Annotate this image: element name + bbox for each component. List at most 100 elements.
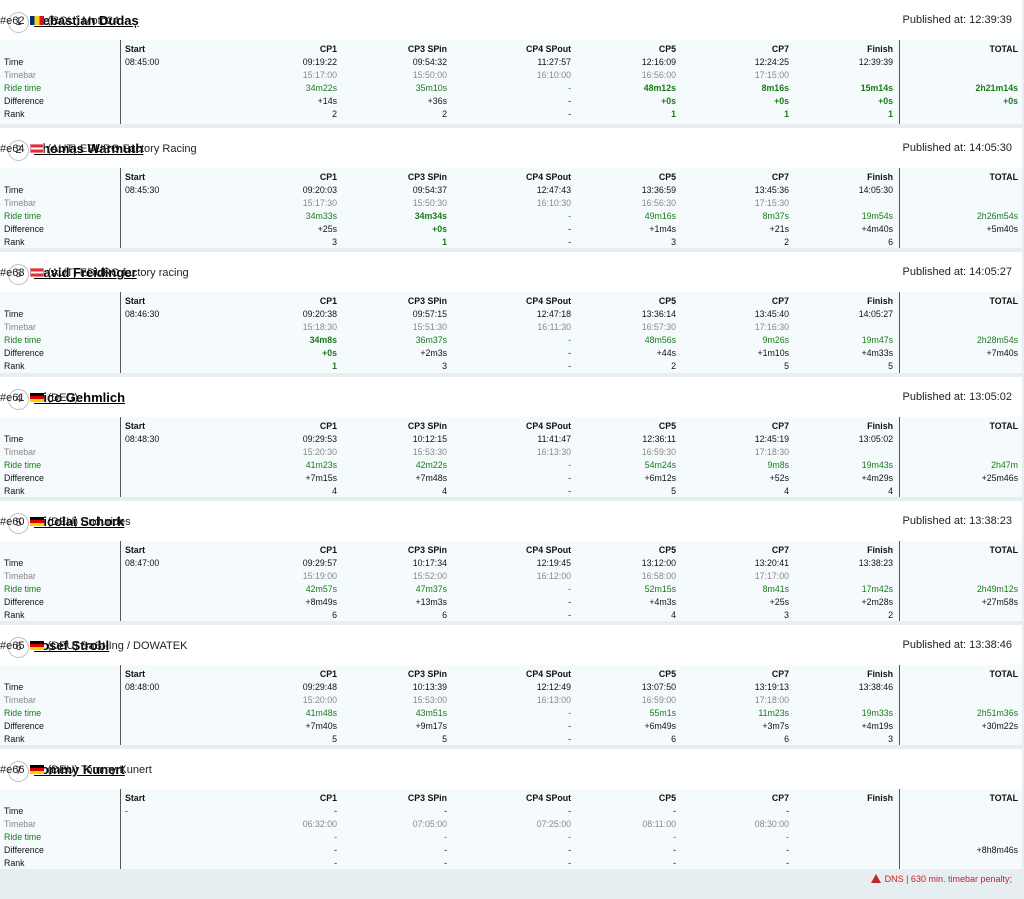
cell-value: - [334,858,337,869]
cell-value: 15m14s [860,83,893,93]
cell-value: 8m16s [761,83,789,93]
cell-value: +25s [769,596,789,607]
published-label: Published at: [902,142,967,155]
cell-value: +8h8m46s [976,845,1018,856]
cell-value: 12:19:45 [536,557,571,568]
rank-row: Rank 2 2 - 1 1 1 [0,108,1022,121]
row-label: Timebar [4,694,36,705]
column-header: Finish [867,420,893,431]
cell-value: +0s [774,96,789,106]
dns-note-text: DNS | 630 min. timebar penalty; [884,874,1012,885]
rank-row: Rank 3 1 - 3 2 6 [0,236,1022,249]
difference-row: Difference +8m49s +13m3s - +4m3s +25s +2m28s +2… [0,596,1022,609]
rider-meta: #e63 (AUT) EDURO factory racing [0,267,189,279]
start-time: 08:47:00 [125,557,160,568]
column-header: CP5 [658,296,676,307]
flag-icon [30,392,45,402]
start-time: 08:48:00 [125,681,160,692]
cell-value: 13:12:00 [641,557,676,568]
published-time: Published at: 14:05:30 [903,142,1013,154]
cell-value: +14s [317,96,337,106]
cell-value: - [568,96,571,106]
cell-value: - [786,806,789,817]
column-header: CP4 SPout [526,668,571,679]
cell-value: 16:56:00 [641,70,676,80]
published-time: Published at: 13:05:02 [903,391,1013,403]
cell-value: 4 [784,485,789,496]
rider-header: 3 David Freidinger #e63 (AUT) EDURO facto… [0,252,1022,293]
column-header: CP4 SPout [526,420,571,431]
header-row: Start CP1 CP3 SPin CP4 SPout CP5 CP7 Finish TOT… [0,792,1022,805]
cell-value: 13:36:59 [641,185,676,196]
cell-value: 2 [442,109,447,119]
row-label: Time [4,557,24,568]
cell-value: +36s [427,96,447,106]
published-value: 14:05:27 [969,266,1012,279]
cell-value: 09:19:22 [302,57,337,67]
cell-value: +4m33s [861,348,893,359]
timebar-row: Timebar 15:18:30 15:51:30 16:11:30 16:57:30 1… [0,321,1022,334]
cell-value: 4 [442,485,447,496]
row-label: Timebar [4,570,36,581]
bib-number: #e65 [0,639,25,652]
rank-row: Rank 6 6 - 4 3 2 [0,609,1022,622]
cell-value: 43m51s [415,707,447,718]
cell-value: +25m46s [981,472,1018,483]
row-label: Time [4,309,24,320]
results-list: 1 Sebastian Dudaș #e62 (ROU) Moto24 Publi… [0,0,1024,884]
difference-row: Difference +7m15s +7m48s - +6m12s +52s +4m29s +… [0,472,1022,485]
cell-value: 8m41s [762,583,789,594]
cell-value: 34m22s [305,83,337,93]
cell-value: - [568,109,571,119]
cell-value: 15:19:00 [302,570,337,581]
cell-value: 4 [332,485,337,496]
column-header: Finish [867,172,893,183]
cell-value: 19m47s [861,335,893,346]
header-row: Start CP1 CP3 SPin CP4 SPout CP5 CP7 Finish TOT… [0,171,1022,184]
column-header: CP4 SPout [526,44,571,54]
flag-icon [30,144,45,154]
timebar-row: Timebar 06:32:00 07:05:00 07:25:00 08:11:00 0… [0,818,1022,831]
flag-icon [30,16,45,25]
column-header: TOTAL [989,172,1018,183]
published-time: Published at: 13:38:23 [903,515,1013,527]
timebar-row: Timebar 15:19:00 15:52:00 16:12:00 16:58:00 1… [0,570,1022,583]
column-header: CP1 [319,420,337,431]
cell-value: 07:25:00 [536,819,571,830]
start-time: 08:45:30 [125,185,160,196]
cell-value: - [568,335,571,346]
cell-value: - [786,832,789,843]
column-header: CP5 [658,172,676,183]
cell-value: 16:10:30 [536,198,571,209]
ride-time-row: Ride time 41m48s 43m51s - 55m1s 11m23s 19m33s 2… [0,707,1022,720]
column-header: Start [125,793,146,804]
flag-icon [30,268,45,278]
warning-icon [870,874,881,884]
cell-value: - [568,596,571,607]
cell-value: 14:05:27 [858,309,893,320]
cell-value: +7m40s [305,720,337,731]
column-header: CP4 SPout [526,296,571,307]
published-label: Published at: [902,390,967,403]
column-header: TOTAL [989,296,1018,307]
cell-value: 6 [671,733,676,744]
cell-value: - [568,348,571,359]
cell-value: 10:12:15 [412,433,447,444]
cell-value: +8m49s [305,596,337,607]
time-row: Time 08:46:30 09:20:38 09:57:15 12:47:18 13:3… [0,308,1022,321]
rider-header: 4 Rico Gehmlich #e61 (DEU) Published at: … [0,376,1022,417]
bib-number: #e62 [0,15,25,27]
cell-value: 09:20:03 [302,185,337,196]
cell-value: +9m17s [415,720,447,731]
cell-value: 13:20:41 [754,557,789,568]
published-time: Published at: 13:38:46 [903,639,1013,651]
cell-value: 17:15:30 [754,198,789,209]
rider-country-team: (DEU) Endurides [47,515,131,528]
time-row: Time 08:48:30 09:29:53 10:12:15 11:41:47 12:3… [0,433,1022,446]
cell-value: - [568,361,571,372]
column-header: TOTAL [989,793,1018,804]
cell-value: +4m3s [649,596,676,607]
column-header: CP5 [658,44,676,54]
rider-header: 5 Nicolai Schork #e60 (DEU) Endurides Pub… [0,500,1022,541]
row-label: Time [4,185,24,196]
